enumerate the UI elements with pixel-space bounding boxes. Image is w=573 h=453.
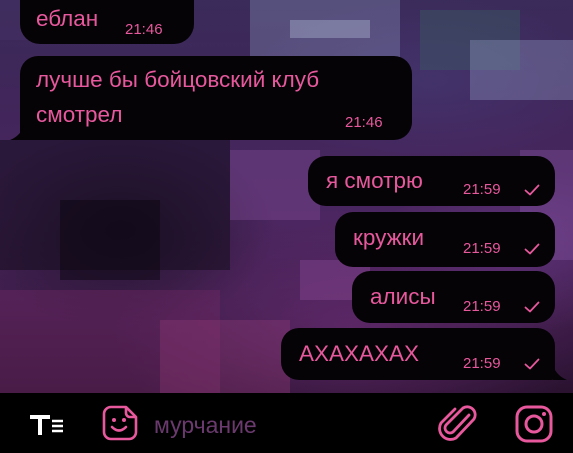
message-time: 21:46 <box>345 114 383 131</box>
wallpaper-block <box>60 200 160 280</box>
wallpaper-block <box>160 320 290 393</box>
bubble-tail <box>10 126 24 140</box>
instagram-camera-icon[interactable] <box>514 404 554 444</box>
outgoing-message[interactable]: алисы 21:59 <box>352 271 555 323</box>
message-text: еблан <box>36 6 99 31</box>
outgoing-message[interactable]: я смотрю 21:59 <box>308 156 555 206</box>
outgoing-message[interactable]: АХАХАХАХ 21:59 <box>281 328 555 380</box>
message-text: кружки <box>353 225 425 250</box>
message-text: я смотрю <box>326 168 423 193</box>
wallpaper-block <box>290 20 370 38</box>
read-check-icon <box>524 243 540 255</box>
outgoing-message[interactable]: кружки 21:59 <box>335 212 555 267</box>
read-check-icon <box>524 358 540 370</box>
sticker-icon[interactable] <box>101 404 139 442</box>
message-time: 21:46 <box>125 21 163 38</box>
message-text: смотрел <box>36 102 123 127</box>
incoming-message[interactable]: еблан 21:46 <box>20 0 194 44</box>
message-time: 21:59 <box>463 298 501 315</box>
text-format-icon[interactable] <box>30 413 66 437</box>
message-time: 21:59 <box>463 181 501 198</box>
incoming-message[interactable]: лучше бы бойцовский клуб смотрел 21:46 <box>20 56 412 140</box>
message-composer: мурчание <box>0 393 573 453</box>
bubble-tail <box>553 366 567 380</box>
paperclip-icon[interactable] <box>438 401 478 445</box>
message-text: алисы <box>370 284 436 309</box>
read-check-icon <box>524 184 540 196</box>
message-text: лучше бы бойцовский клуб <box>36 67 320 92</box>
message-time: 21:59 <box>463 240 501 257</box>
message-input[interactable]: мурчание <box>154 411 257 439</box>
message-text: АХАХАХАХ <box>299 341 420 366</box>
wallpaper-block <box>230 150 320 220</box>
message-time: 21:59 <box>463 355 501 372</box>
read-check-icon <box>524 301 540 313</box>
wallpaper-block <box>470 40 573 100</box>
